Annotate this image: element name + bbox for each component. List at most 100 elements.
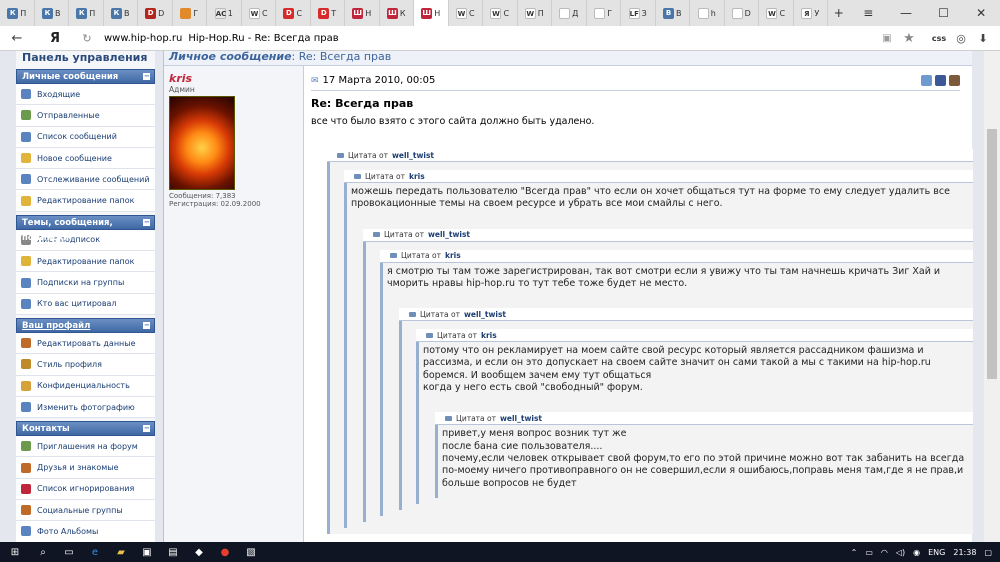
sidebar-item[interactable]: Изменить фотографию xyxy=(16,396,155,419)
sidebar-item[interactable]: Редактирование папок xyxy=(16,251,155,273)
photos-icon[interactable]: ▧ xyxy=(238,542,264,562)
css-extension-button[interactable]: css xyxy=(928,27,950,49)
app-icon[interactable]: ▤ xyxy=(160,542,186,562)
scrollbar-thumb[interactable] xyxy=(987,129,997,379)
sidebar-item[interactable]: Отправленные xyxy=(16,105,155,127)
home-icon[interactable] xyxy=(921,75,932,86)
browser-tab[interactable]: WС xyxy=(483,0,518,26)
browser-tab[interactable]: ШК xyxy=(380,0,414,26)
sidebar-item[interactable]: Новое сообщение xyxy=(16,147,155,170)
quote-author[interactable]: kris xyxy=(481,329,497,342)
quote-author[interactable]: well_twist xyxy=(464,308,506,321)
collapse-icon[interactable]: − xyxy=(143,321,150,329)
browser-tab[interactable]: КП xyxy=(69,0,104,26)
sidebar-item[interactable]: Подписки на группы xyxy=(16,272,155,294)
quote-author[interactable]: kris xyxy=(445,249,461,262)
browser-tab[interactable]: Г xyxy=(587,0,621,26)
back-button[interactable]: ← xyxy=(6,27,28,49)
collapse-icon[interactable]: − xyxy=(143,218,150,226)
sidebar-item[interactable]: Социальные группы xyxy=(16,500,155,522)
browser-tab[interactable]: ЯУ xyxy=(794,0,828,26)
sidebar-item[interactable]: Друзья и знакомые xyxy=(16,457,155,479)
language-indicator[interactable]: ENG xyxy=(928,548,945,557)
search-icon[interactable]: ⌕ xyxy=(30,542,56,562)
collapse-icon[interactable]: − xyxy=(143,73,150,80)
edge-icon[interactable]: e xyxy=(82,542,108,562)
sidebar-item[interactable]: Приглашения на форум xyxy=(16,436,155,458)
browser-tab[interactable]: ШН xyxy=(414,0,449,26)
battery-icon[interactable]: ▭ xyxy=(865,548,873,557)
browser-tab[interactable]: WС xyxy=(449,0,483,26)
tray-chevron-icon[interactable]: ⌃ xyxy=(851,548,858,557)
browser-tab[interactable]: WП xyxy=(518,0,552,26)
close-button[interactable]: ✕ xyxy=(962,0,1000,26)
browser-tab[interactable]: h xyxy=(690,0,725,26)
avatar[interactable] xyxy=(169,96,235,190)
new-tab-button[interactable]: + xyxy=(828,0,850,26)
browser-tab[interactable]: DС xyxy=(276,0,311,26)
quote-author[interactable]: kris xyxy=(409,170,425,183)
browser-tab[interactable]: WС xyxy=(759,0,794,26)
sidebar-item[interactable]: Отслеживание сообщений xyxy=(16,169,155,191)
sidebar-section-header[interactable]: Личные сообщения − xyxy=(16,69,155,84)
yandex-logo[interactable]: Я xyxy=(44,27,66,49)
message-icon: ✉ xyxy=(311,75,319,86)
extension-icon[interactable]: ◎ xyxy=(950,27,972,49)
task-view-icon[interactable]: ▭ xyxy=(56,542,82,562)
reader-icon[interactable]: ▣ xyxy=(876,27,898,49)
browser-tab[interactable]: WС xyxy=(242,0,276,26)
browser-tab[interactable]: BВ xyxy=(656,0,690,26)
bookmark-star-icon[interactable]: ★ xyxy=(898,27,920,49)
sidebar-item[interactable]: Список сообщений xyxy=(16,126,155,148)
browser-tab[interactable]: D xyxy=(725,0,759,26)
sidebar-section-header[interactable]: Темы, сообщения, подписки − xyxy=(16,214,155,243)
wifi-icon[interactable]: ◠ xyxy=(881,548,888,557)
browser-tab[interactable]: ШН xyxy=(345,0,380,26)
message-area: Личное сообщение: Re: Всегда прав kris А… xyxy=(163,51,973,542)
page-scrollbar[interactable] xyxy=(984,51,1000,542)
maximize-button[interactable]: ☐ xyxy=(925,0,963,26)
sidebar-item[interactable]: Кто вас цитировал xyxy=(16,293,155,315)
browser-tab[interactable]: КВ xyxy=(104,0,138,26)
browser-tab[interactable]: Г xyxy=(173,0,207,26)
reload-icon[interactable]: ↻ xyxy=(76,27,98,49)
collapse-icon[interactable]: − xyxy=(143,425,150,433)
store-icon[interactable]: ▣ xyxy=(134,542,160,562)
quote-author[interactable]: well_twist xyxy=(428,228,470,241)
author-name[interactable]: kris xyxy=(169,72,298,85)
browser-tab[interactable]: КВ xyxy=(35,0,69,26)
notifications-icon[interactable]: ▢ xyxy=(984,548,992,557)
sidebar-section-header[interactable]: Ваш профайл − xyxy=(16,317,155,333)
browser-tab[interactable]: DТ xyxy=(311,0,345,26)
yandex-browser-icon[interactable]: ● xyxy=(212,542,238,562)
sidebar-item[interactable]: Фото Альбомы xyxy=(16,521,155,542)
browser-tab[interactable]: DD xyxy=(138,0,173,26)
breadcrumb-section[interactable]: Личное сообщение xyxy=(169,51,292,63)
volume-icon[interactable]: ◁) xyxy=(896,548,905,557)
sidebar-item[interactable]: Входящие xyxy=(16,84,155,106)
url-field[interactable]: www.hip-hop.ru Hip-Hop.Ru - Re: Всегда п… xyxy=(104,33,339,44)
clock[interactable]: 21:38 xyxy=(953,548,976,557)
explorer-icon[interactable]: ▰ xyxy=(108,542,134,562)
browser-tab[interactable]: КП xyxy=(0,0,35,26)
tab-label: У xyxy=(814,8,820,18)
browser-tab[interactable]: AC 1 xyxy=(207,0,242,26)
minimize-button[interactable]: — xyxy=(887,0,925,26)
sidebar-item[interactable]: Стиль профиля xyxy=(16,354,155,376)
facebook-icon[interactable] xyxy=(935,75,946,86)
network-icon[interactable]: ◉ xyxy=(913,548,920,557)
quote-author[interactable]: well_twist xyxy=(392,149,434,162)
browser-tab[interactable]: LF З xyxy=(621,0,656,26)
browser-menu-button[interactable]: ≡ xyxy=(850,0,888,26)
quote-author[interactable]: well_twist xyxy=(500,412,542,425)
browser-tab[interactable]: Д xyxy=(552,0,587,26)
sidebar-item[interactable]: Редактирование папок xyxy=(16,190,155,212)
sidebar-item[interactable]: Список игнорирования xyxy=(16,478,155,501)
game-icon[interactable]: ◆ xyxy=(186,542,212,562)
windows-start-icon[interactable]: ⊞ xyxy=(0,542,30,562)
download-icon[interactable]: ⬇ xyxy=(972,27,994,49)
sidebar-item[interactable]: Редактировать данные xyxy=(16,332,155,355)
sidebar-section-header[interactable]: Контакты − xyxy=(16,421,155,437)
sidebar-item[interactable]: Конфиденциальность xyxy=(16,375,155,397)
camera-icon[interactable] xyxy=(949,75,960,86)
